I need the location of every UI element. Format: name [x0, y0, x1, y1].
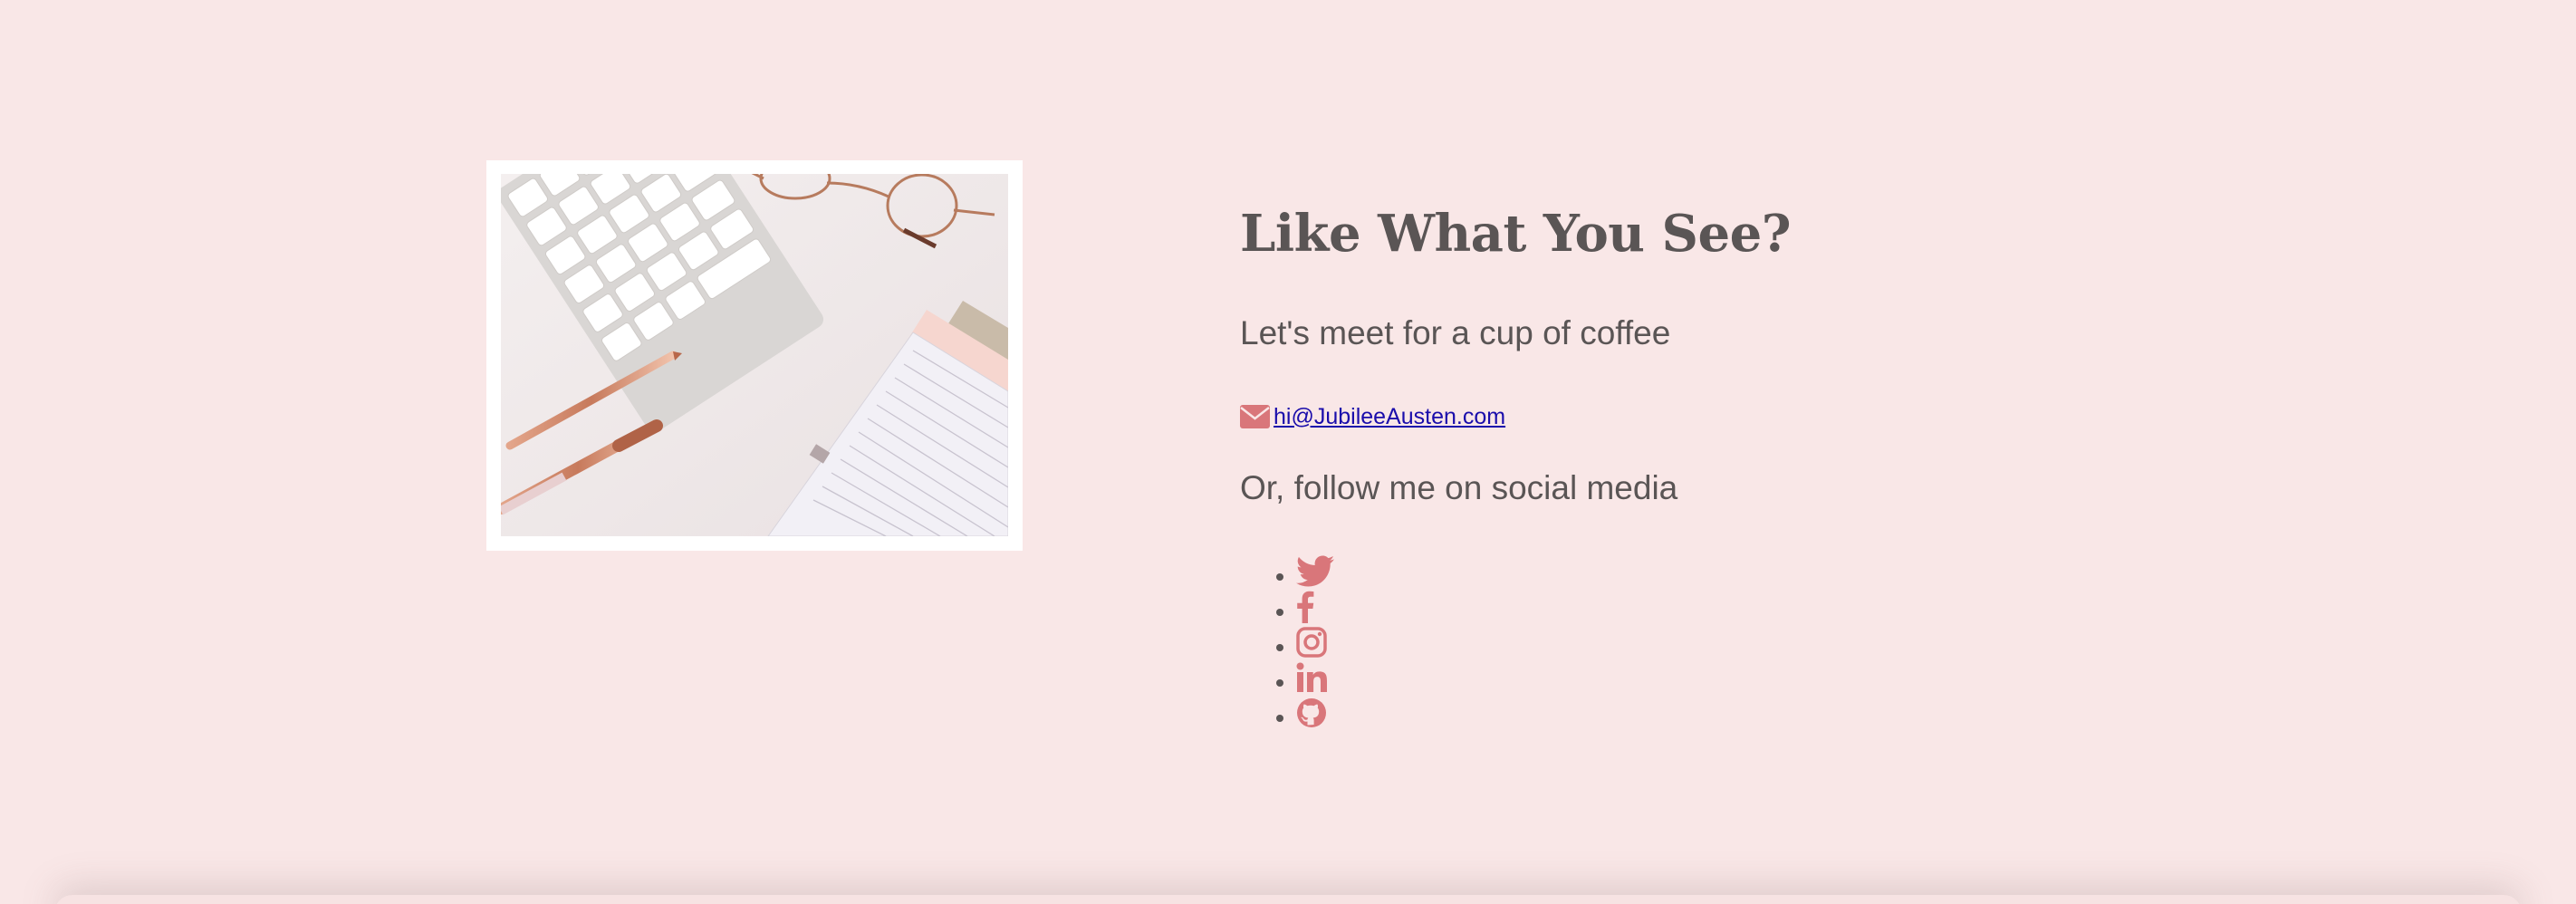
social-links-list: [1274, 553, 1334, 730]
contact-section: Like What You See? Let's meet for a cup …: [1240, 197, 2055, 506]
desk-photo: [501, 174, 1008, 536]
follow-text: Or, follow me on social media: [1240, 469, 1678, 506]
social-item-twitter: [1274, 553, 1334, 589]
twitter-icon[interactable]: [1296, 554, 1334, 588]
section-heading: Like What You See?: [1240, 204, 1792, 264]
social-item-linkedin: [1274, 659, 1334, 695]
instagram-icon[interactable]: [1296, 626, 1327, 659]
social-item-github: [1274, 695, 1334, 730]
social-item-instagram: [1274, 624, 1334, 659]
footer-edge: [54, 895, 2522, 904]
desk-photo-frame: [486, 160, 1023, 551]
social-item-facebook: [1274, 589, 1334, 624]
envelope-icon: [1240, 405, 1270, 428]
email-link[interactable]: hi@JubileeAusten.com: [1274, 404, 1505, 430]
email-row: hi@JubileeAusten.com: [1240, 399, 1505, 435]
tagline-text: Let's meet for a cup of coffee: [1240, 314, 1671, 351]
linkedin-icon[interactable]: [1296, 661, 1327, 694]
github-icon[interactable]: [1296, 697, 1327, 729]
facebook-icon[interactable]: [1296, 591, 1314, 623]
